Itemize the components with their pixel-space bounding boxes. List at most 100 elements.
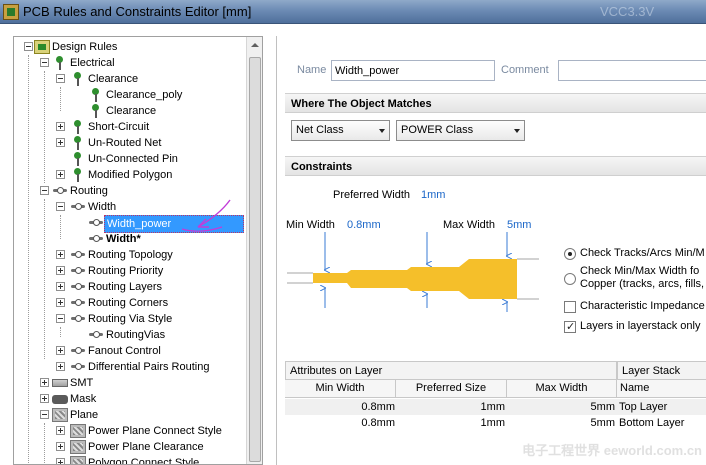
- expand-icon[interactable]: [56, 346, 65, 355]
- tree-item-routing-topology[interactable]: Routing Topology: [14, 247, 254, 263]
- collapse-icon[interactable]: [56, 314, 65, 323]
- expand-icon[interactable]: [56, 282, 65, 291]
- expand-icon[interactable]: [56, 442, 65, 451]
- tree-item-label: Routing Layers: [88, 281, 162, 293]
- tree-item-mask[interactable]: Mask: [14, 391, 254, 407]
- rules-folder-icon: [34, 40, 50, 54]
- tree-item-clearance-rule[interactable]: Clearance: [14, 103, 254, 119]
- expand-icon[interactable]: [40, 394, 49, 403]
- where-header: Where The Object Matches: [285, 93, 706, 113]
- expand-icon[interactable]: [56, 122, 65, 131]
- class-select[interactable]: POWER Class: [396, 120, 525, 141]
- characteristic-impedance-checkbox[interactable]: [564, 301, 576, 313]
- scope-select[interactable]: Net Class: [291, 120, 390, 141]
- name-field[interactable]: [331, 60, 495, 81]
- expand-icon[interactable]: [56, 426, 65, 435]
- rules-tree[interactable]: Design Rules Electrical Clearance Cleara…: [13, 36, 263, 465]
- tree-item-power-plane-clearance[interactable]: Power Plane Clearance: [14, 439, 254, 455]
- watermark: 电子工程世界 eeworld.com.cn: [522, 443, 702, 458]
- expand-icon[interactable]: [40, 378, 49, 387]
- un-connected-pin-icon: [70, 152, 86, 166]
- tree-item-design-rules[interactable]: Design Rules: [14, 39, 254, 55]
- annotation-arrow: [181, 199, 231, 232]
- row-min-width[interactable]: 0.8mm: [285, 415, 395, 431]
- scroll-up-icon[interactable]: [247, 37, 263, 53]
- tree-item-un-connected-pin[interactable]: Un-Connected Pin: [14, 151, 254, 167]
- collapse-icon[interactable]: [40, 186, 49, 195]
- window-title: PCB Rules and Constraints Editor [mm]: [23, 4, 252, 19]
- tree-item-polygon-connect[interactable]: Polygon Connect Style: [14, 455, 254, 465]
- mask-icon: [52, 395, 68, 404]
- tree-item-routing-vias[interactable]: RoutingVias: [14, 327, 254, 343]
- row-layer-name[interactable]: Top Layer: [619, 399, 667, 415]
- width-diagram: [287, 232, 539, 312]
- chevron-down-icon: [514, 129, 520, 133]
- tree-item-routing-priority[interactable]: Routing Priority: [14, 263, 254, 279]
- col-preferred-size[interactable]: Preferred Size: [396, 380, 507, 398]
- preferred-width-value: 1mm: [421, 189, 446, 201]
- row-preferred-size[interactable]: 1mm: [396, 415, 505, 431]
- col-min-width[interactable]: Min Width: [285, 380, 396, 398]
- class-select-value: POWER Class: [401, 124, 474, 136]
- collapse-icon[interactable]: [40, 58, 49, 67]
- expand-icon[interactable]: [56, 362, 65, 371]
- expand-icon[interactable]: [56, 250, 65, 259]
- expand-icon[interactable]: [56, 170, 65, 179]
- tree-item-routing-layers[interactable]: Routing Layers: [14, 279, 254, 295]
- row-preferred-size[interactable]: 1mm: [396, 399, 505, 415]
- tree-item-label: Width: [88, 201, 117, 213]
- expand-icon[interactable]: [56, 266, 65, 275]
- collapse-icon[interactable]: [24, 42, 33, 51]
- tree-item-label: Short-Circuit: [88, 121, 150, 133]
- routing-topology-icon: [70, 248, 86, 262]
- col-max-width[interactable]: Max Width: [507, 380, 617, 398]
- tree-item-label: Modified Polygon: [88, 169, 173, 181]
- collapse-icon[interactable]: [56, 74, 65, 83]
- tree-item-routing-corners[interactable]: Routing Corners: [14, 295, 254, 311]
- tree-item-label: Routing Priority: [88, 265, 164, 277]
- tree-item-label: Differential Pairs Routing: [88, 361, 210, 373]
- tree-item-plane[interactable]: Plane: [14, 407, 254, 423]
- preferred-width-label: Preferred Width: [333, 189, 411, 201]
- scroll-thumb[interactable]: [249, 57, 261, 462]
- check-min-max-radio[interactable]: [564, 273, 576, 285]
- tree-item-un-routed-net[interactable]: Un-Routed Net: [14, 135, 254, 151]
- collapse-icon[interactable]: [40, 410, 49, 419]
- tree-item-fanout-control[interactable]: Fanout Control: [14, 343, 254, 359]
- tree-item-differential-pairs[interactable]: Differential Pairs Routing: [14, 359, 254, 375]
- row-max-width[interactable]: 5mm: [507, 399, 615, 415]
- row-min-width[interactable]: 0.8mm: [285, 399, 395, 415]
- tree-item-label: Polygon Connect Style: [88, 457, 200, 465]
- check-tracks-radio[interactable]: [564, 248, 576, 260]
- tree-item-clearance[interactable]: Clearance: [14, 71, 254, 87]
- name-label: Name: [297, 64, 327, 76]
- expand-icon[interactable]: [56, 138, 65, 147]
- row-max-width[interactable]: 5mm: [507, 415, 615, 431]
- tree-item-label: Design Rules: [52, 41, 118, 53]
- collapse-icon[interactable]: [56, 202, 65, 211]
- tree-item-electrical[interactable]: Electrical: [14, 55, 254, 71]
- tree-item-power-plane-connect[interactable]: Power Plane Connect Style: [14, 423, 254, 439]
- tree-item-label: Width*: [106, 233, 141, 245]
- tree-item-routing-via-style[interactable]: Routing Via Style: [14, 311, 254, 327]
- tree-item-label: SMT: [70, 377, 94, 389]
- expand-icon[interactable]: [56, 458, 65, 464]
- row-layer-name[interactable]: Bottom Layer: [619, 415, 684, 431]
- tree-item-short-circuit[interactable]: Short-Circuit: [14, 119, 254, 135]
- layerstack-only-checkbox[interactable]: [564, 320, 576, 333]
- tree-scrollbar[interactable]: [246, 37, 262, 464]
- tree-item-smt[interactable]: SMT: [14, 375, 254, 391]
- rule-icon: [88, 232, 104, 246]
- comment-field[interactable]: [558, 60, 706, 81]
- title-bar: PCB Rules and Constraints Editor [mm] VC…: [0, 0, 706, 24]
- tree-item-label: Fanout Control: [88, 345, 161, 357]
- tree-item-label: Routing Corners: [88, 297, 169, 309]
- rule-editor-pane: Name Comment Where The Object Matches Ne…: [276, 36, 706, 465]
- tree-item-modified-polygon[interactable]: Modified Polygon: [14, 167, 254, 183]
- col-layer-name[interactable]: Name: [617, 380, 706, 398]
- tree-item-clearance-poly[interactable]: Clearance_poly: [14, 87, 254, 103]
- expand-icon[interactable]: [56, 298, 65, 307]
- tree-item-label: Electrical: [70, 57, 115, 69]
- tree-item-label: Clearance_poly: [106, 89, 183, 101]
- tree-item-label: Clearance: [88, 73, 139, 85]
